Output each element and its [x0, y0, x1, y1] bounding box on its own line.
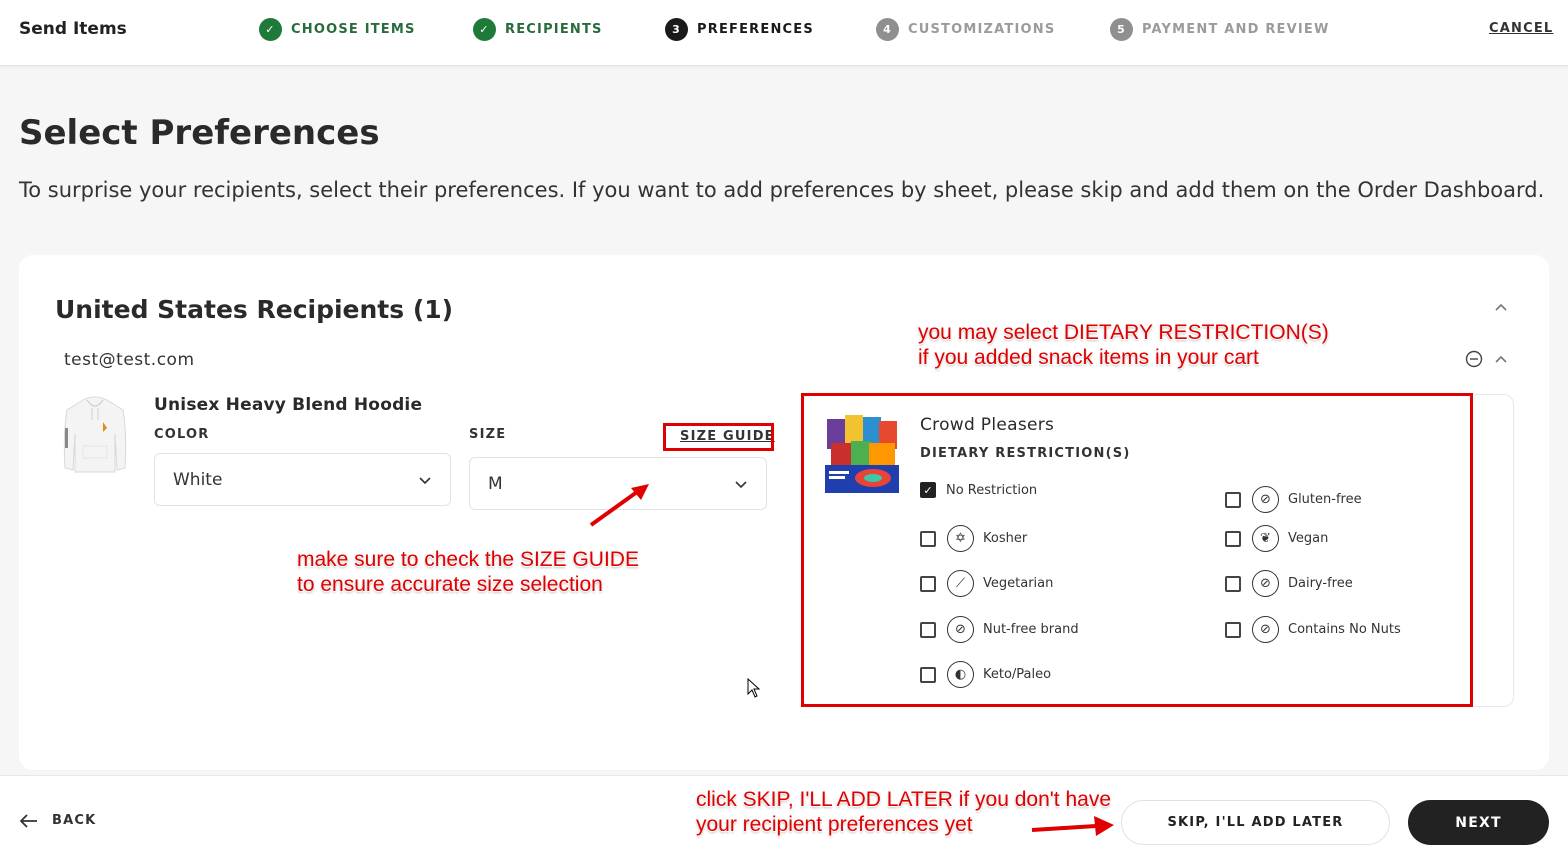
cancel-link[interactable]: CANCEL [1489, 21, 1553, 36]
color-label: COLOR [154, 427, 210, 442]
color-selected-value: White [173, 469, 223, 490]
dietary-highlight-box [801, 393, 1473, 707]
recipient-email: test@test.com [64, 350, 195, 370]
size-selected-value: M [488, 473, 503, 494]
arrow-left-icon [20, 813, 37, 828]
app-title: Send Items [19, 19, 127, 39]
page-title: Select Preferences [19, 113, 380, 153]
step-number: 5 [1110, 18, 1133, 41]
step-label: PREFERENCES [697, 22, 814, 37]
section-title: United States Recipients (1) [55, 295, 454, 324]
step-number: 4 [876, 18, 899, 41]
step-customizations: 4 CUSTOMIZATIONS [876, 18, 1055, 41]
chevron-up-icon[interactable] [1493, 299, 1509, 315]
top-bar: Send Items ✓ CHOOSE ITEMS ✓ RECIPIENTS 3… [0, 0, 1568, 66]
step-label: PAYMENT AND REVIEW [1142, 22, 1330, 37]
check-icon: ✓ [259, 18, 282, 41]
step-preferences: 3 PREFERENCES [665, 18, 814, 41]
step-label: RECIPIENTS [505, 22, 603, 37]
step-choose-items[interactable]: ✓ CHOOSE ITEMS [259, 18, 416, 41]
step-label: CUSTOMIZATIONS [908, 22, 1056, 37]
mouse-cursor-icon [747, 678, 761, 698]
dietary-annotation: you may select DIETARY RESTRICTION(S) if… [918, 320, 1329, 370]
chevron-down-icon [419, 476, 431, 484]
product-name: Unisex Heavy Blend Hoodie [154, 395, 423, 415]
annotation-line: you may select DIETARY RESTRICTION(S) [918, 321, 1329, 344]
back-button[interactable]: BACK [20, 813, 96, 828]
annotation-line: if you added snack items in your cart [918, 346, 1259, 369]
size-label: SIZE [469, 427, 507, 442]
hoodie-image [63, 396, 127, 473]
size-guide-highlight-box [663, 423, 774, 451]
skip-add-later-button[interactable]: SKIP, I'LL ADD LATER [1121, 800, 1390, 845]
step-payment-and-review: 5 PAYMENT AND REVIEW [1110, 18, 1330, 41]
step-number: 3 [665, 18, 688, 41]
annotation-line: to ensure accurate size selection [297, 573, 603, 596]
step-label: CHOOSE ITEMS [291, 22, 416, 37]
check-icon: ✓ [473, 18, 496, 41]
remove-circle-icon[interactable] [1465, 350, 1483, 368]
next-button[interactable]: NEXT [1408, 800, 1549, 845]
chevron-up-icon[interactable] [1493, 351, 1509, 367]
arrow-to-skip-icon [1031, 816, 1114, 836]
size-guide-annotation: make sure to check the SIZE GUIDE to ens… [297, 547, 639, 597]
back-label: BACK [52, 813, 97, 828]
arrow-to-size-guide-icon [589, 484, 649, 527]
step-recipients[interactable]: ✓ RECIPIENTS [473, 18, 603, 41]
page-description: To surprise your recipients, select thei… [19, 178, 1545, 202]
annotation-line: make sure to check the SIZE GUIDE [297, 548, 639, 571]
chevron-down-icon [735, 480, 747, 488]
annotation-line: click SKIP, I'LL ADD LATER if you don't … [696, 788, 1111, 811]
color-select[interactable]: White [154, 453, 451, 506]
